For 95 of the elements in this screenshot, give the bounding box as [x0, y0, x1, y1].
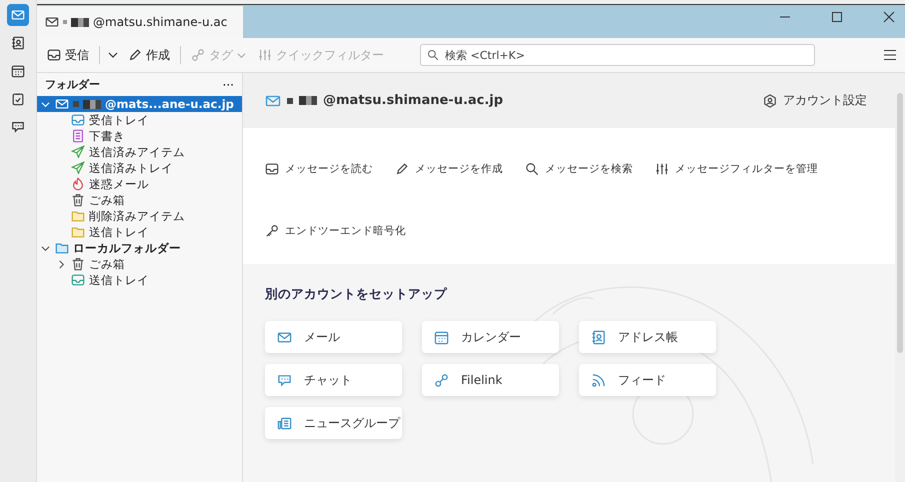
search-field[interactable]: 検索 <Ctrl+K>: [420, 44, 815, 66]
tray-icon: [265, 162, 279, 176]
inbox-tray-icon: [47, 48, 61, 62]
folder-name: ごみ箱: [89, 256, 125, 272]
envelope-icon: [55, 97, 69, 111]
paper-plane-icon: [71, 161, 85, 175]
account-email: @matsu.shimane-u.ac.jp: [323, 93, 504, 108]
account-icon: [763, 94, 777, 108]
address-book-icon: [591, 330, 606, 344]
newspaper-icon: [277, 416, 292, 430]
account-action-link[interactable]: メッセージフィルターを管理: [655, 162, 818, 176]
feed-icon: [591, 372, 606, 388]
pencil-icon: [128, 48, 142, 62]
folder-name: 送信済みアイテム: [89, 144, 185, 160]
chevron-down-icon[interactable]: [41, 244, 50, 252]
setup-account-button[interactable]: メール: [265, 321, 402, 353]
folder-tree-item[interactable]: 送信トレイ: [53, 224, 242, 240]
trash-icon: [71, 257, 85, 271]
folder-tree-item[interactable]: ローカルフォルダー: [37, 240, 242, 256]
calendar-icon: [434, 330, 449, 344]
redaction-block: [63, 20, 67, 24]
setup-account-button[interactable]: チャット: [265, 364, 402, 396]
folder-name: 受信トレイ: [89, 112, 149, 128]
folder-tree-item[interactable]: 送信済みトレイ: [53, 160, 242, 176]
redaction-block: [73, 101, 79, 107]
envelope-icon: [45, 15, 59, 29]
redaction-block: [83, 100, 101, 108]
paper-plane-icon: [71, 145, 85, 159]
folder-name: 削除済みアイテム: [89, 208, 185, 224]
setup-account-button[interactable]: アドレス帳: [579, 321, 716, 353]
setup-section-title: 別のアカウントをセットアップ: [265, 286, 448, 303]
folder-name: 送信トレイ: [89, 224, 149, 240]
folder-name: 迷惑メール: [89, 176, 149, 192]
account-action-link[interactable]: メッセージを作成: [395, 162, 503, 176]
get-messages-button[interactable]: 受信: [45, 44, 91, 66]
folder-tree-item[interactable]: 迷惑メール: [53, 176, 242, 192]
setup-account-button[interactable]: フィード: [579, 364, 716, 396]
more-button[interactable]: ···: [222, 78, 234, 92]
folder-tree-item[interactable]: 削除済みアイテム: [53, 208, 242, 224]
setup-account-button[interactable]: カレンダー: [422, 321, 559, 353]
account-action-link[interactable]: メッセージを読む: [265, 162, 373, 176]
folder-name: ローカルフォルダー: [73, 240, 181, 256]
folder-tree-item[interactable]: @mats...ane-u.ac.jp: [37, 96, 242, 112]
envelope-icon: [11, 8, 25, 22]
folder-name: ごみ箱: [89, 192, 125, 208]
folder-name: 送信トレイ: [89, 272, 149, 288]
folder-name: 下書き: [89, 128, 125, 144]
account-settings-button[interactable]: アカウント設定: [757, 91, 873, 110]
redaction-block: [299, 96, 317, 105]
folder-tree-item[interactable]: 下書き: [53, 128, 242, 144]
setup-account-button[interactable]: ニュースグループ: [265, 407, 402, 439]
chevron-down-icon: [237, 50, 246, 60]
envelope-icon: [277, 330, 292, 344]
write-button[interactable]: 作成: [126, 44, 172, 66]
flame-icon: [71, 177, 85, 191]
chat-bubble-icon: [277, 372, 292, 388]
folder-icon: [71, 209, 85, 223]
tab-title: @matsu.shimane-u.ac: [93, 15, 228, 29]
maximize-icon[interactable]: [831, 10, 843, 22]
document-icon: [71, 129, 85, 143]
search-input[interactable]: 検索 <Ctrl+K>: [443, 48, 808, 62]
close-icon[interactable]: [883, 10, 895, 22]
sliders-icon: [655, 162, 669, 176]
pencil-icon: [395, 162, 409, 176]
chat-bubble-icon: [11, 120, 25, 134]
calendar-icon: [11, 64, 25, 78]
folder-name: 送信済みトレイ: [89, 160, 173, 176]
chain-link-icon: [191, 48, 205, 62]
folder-icon: [71, 225, 85, 239]
folder-pane-title: フォルダー: [45, 77, 100, 92]
chevron-down-icon[interactable]: [108, 50, 118, 60]
folder-tree-item[interactable]: ごみ箱: [53, 192, 242, 208]
search-icon: [427, 49, 439, 61]
chain-link-icon: [434, 372, 449, 388]
folder-name: @mats...ane-u.ac.jp: [105, 97, 234, 111]
redaction-block: [71, 18, 89, 26]
setup-account-button[interactable]: Filelink: [422, 364, 559, 396]
tab[interactable]: @matsu.shimane-u.ac: [37, 6, 243, 38]
chevron-right-icon[interactable]: [57, 260, 66, 268]
account-action-link[interactable]: メッセージを検索: [525, 162, 633, 176]
account-action-link[interactable]: エンドツーエンド暗号化: [265, 224, 406, 238]
folder-tree-item[interactable]: 送信トレイ: [53, 272, 242, 288]
trash-icon: [71, 193, 85, 207]
redaction-block: [287, 98, 293, 104]
key-icon: [265, 224, 279, 238]
inbox-tray-icon: [71, 113, 85, 127]
address-book-icon: [11, 36, 25, 50]
menu-icon[interactable]: [883, 49, 897, 61]
folder-tree-item[interactable]: 送信済みアイテム: [53, 144, 242, 160]
sliders-icon: [258, 48, 272, 62]
folder-icon: [55, 241, 69, 255]
folder-tree-item[interactable]: 受信トレイ: [53, 112, 242, 128]
search-icon: [525, 162, 539, 176]
folder-tree-item[interactable]: ごみ箱: [53, 256, 242, 272]
clipboard-check-icon: [11, 92, 25, 106]
